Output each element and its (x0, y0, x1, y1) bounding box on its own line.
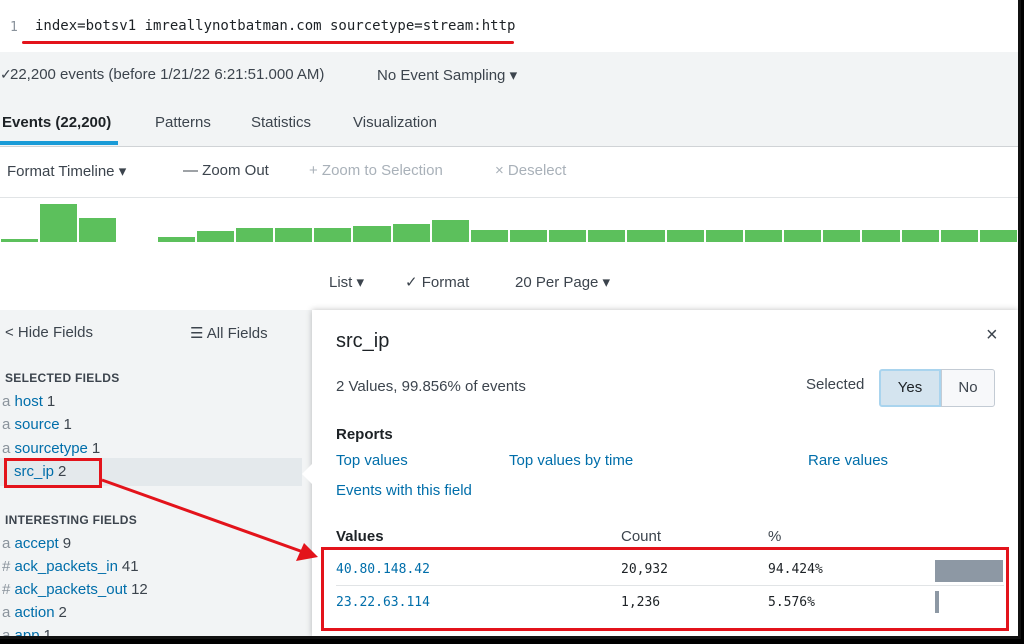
annotation-arrow (101, 478, 318, 561)
splunk-search-window: 1 index=botsv1 imreallynotbatman.com sou… (0, 0, 1021, 639)
